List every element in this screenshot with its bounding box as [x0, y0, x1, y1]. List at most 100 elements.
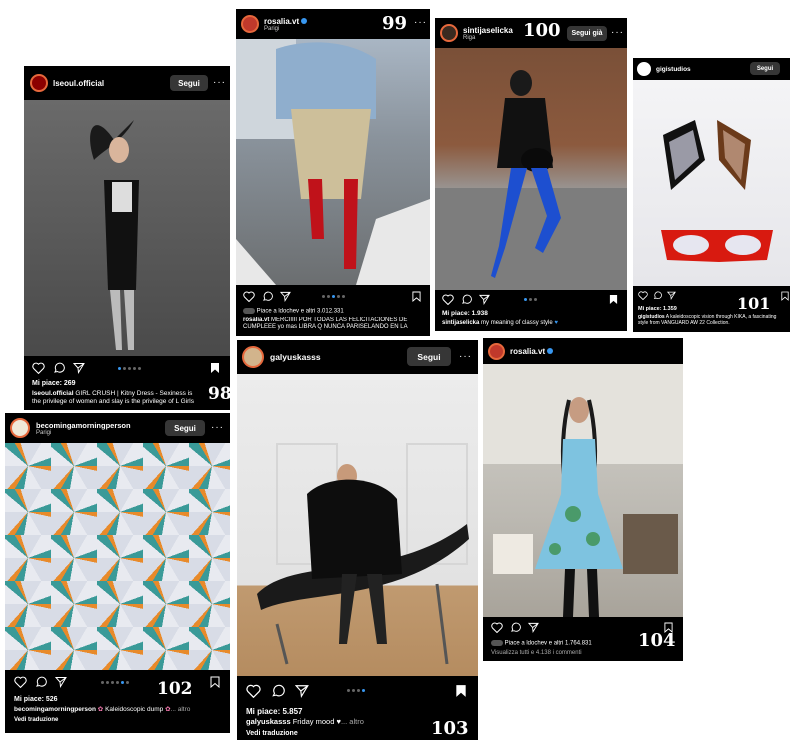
post-location[interactable]: Riga [463, 35, 513, 41]
post-username[interactable]: lseoul.official [53, 79, 104, 88]
caption-username[interactable]: becomingamorningperson [14, 706, 96, 713]
view-comments-link[interactable]: Visualizza tutti e 4.138 i commenti [491, 649, 582, 657]
caption-username[interactable]: lseoul.official [32, 390, 74, 397]
heart-icon[interactable] [638, 291, 648, 300]
avatar[interactable] [241, 15, 259, 33]
avatar[interactable] [242, 346, 264, 368]
carousel-dots [322, 295, 345, 298]
heart-icon[interactable] [491, 622, 503, 633]
heart-icon[interactable] [246, 684, 261, 698]
comment-icon[interactable] [461, 294, 472, 305]
heart-icon[interactable] [442, 294, 454, 305]
more-options-icon[interactable]: ··· [611, 27, 624, 38]
bookmark-icon[interactable] [412, 291, 421, 302]
comment-icon[interactable] [271, 684, 285, 698]
post-caption: sintijaselicka my meaning of classy styl… [442, 319, 622, 327]
more-link[interactable]: ... altro [171, 706, 191, 713]
share-icon[interactable] [528, 622, 539, 633]
bookmark-icon[interactable] [781, 291, 789, 301]
bookmark-icon[interactable] [664, 622, 673, 633]
more-options-icon[interactable]: ··· [414, 17, 427, 28]
post-username[interactable]: rosalia.vt [510, 347, 545, 356]
post-photo[interactable] [236, 39, 430, 285]
comment-icon[interactable] [653, 291, 662, 300]
share-icon[interactable] [73, 362, 85, 374]
verified-icon [547, 348, 554, 354]
post-photo[interactable] [633, 80, 790, 286]
bookmark-icon[interactable] [609, 294, 618, 305]
post-username[interactable]: galyuskasss [270, 352, 321, 362]
heart-icon[interactable] [14, 676, 27, 688]
flower-icon: ✿ [97, 706, 104, 713]
comment-icon[interactable] [53, 362, 65, 374]
post-username[interactable]: becomingamorningperson [36, 421, 131, 430]
post-actions [14, 676, 67, 688]
post-photo[interactable] [237, 374, 478, 676]
follow-button[interactable]: Segui [165, 420, 205, 436]
post-caption: rosalia.vt MERCIIIII POR TODAS LAS FELIC… [243, 317, 425, 331]
comment-icon[interactable] [262, 291, 273, 302]
post-card-galyuskasss: galyuskasss Segui ··· Mi piace: 5.857 ga… [237, 340, 478, 740]
share-icon[interactable] [295, 684, 309, 698]
more-options-icon[interactable]: ··· [459, 351, 472, 362]
heart-icon[interactable] [243, 291, 255, 302]
see-translation-link[interactable]: Vedi traduzione [246, 730, 298, 738]
bookmark-icon[interactable] [210, 362, 220, 374]
more-link[interactable]: ... altro [341, 717, 364, 726]
follow-button[interactable]: Segui [750, 62, 780, 75]
caption-username[interactable]: rosalia.vt [243, 317, 269, 323]
post-actions [246, 684, 309, 698]
avatar[interactable] [10, 418, 30, 438]
follow-button[interactable]: Segui [170, 75, 208, 91]
post-caption: becomingamorningperson ✿ Kaleidoscopic d… [14, 706, 224, 714]
likes-count: Piace a ldochev e altri 1.764.831 [491, 640, 592, 647]
post-location[interactable]: Parigi [36, 430, 131, 436]
comment-icon[interactable] [510, 622, 521, 633]
bookmark-icon[interactable] [455, 684, 467, 698]
share-icon[interactable] [667, 291, 676, 300]
post-username[interactable]: sintijaselicka [463, 26, 513, 35]
see-translation-link[interactable]: Vedi traduzione [14, 716, 58, 724]
more-options-icon[interactable]: ··· [213, 77, 226, 88]
post-caption: galyuskasss Friday mood ♥... altro [246, 718, 416, 726]
caption-username[interactable]: sintijaselicka [442, 320, 479, 326]
post-number: 101 [737, 294, 771, 313]
avatar[interactable] [440, 24, 458, 42]
avatar[interactable] [30, 74, 48, 92]
share-icon[interactable] [280, 291, 291, 302]
avatar[interactable] [637, 62, 651, 76]
post-actions [638, 291, 676, 300]
post-number: 98 [208, 384, 230, 404]
bookmark-icon[interactable] [210, 676, 220, 688]
following-button[interactable]: Segui già [567, 26, 607, 41]
post-photo[interactable] [24, 100, 230, 356]
post-photo[interactable] [483, 364, 683, 617]
likes-count: Mi piace: 5.857 [246, 707, 303, 716]
likes-count: Mi piace: 269 [32, 380, 76, 387]
post-photo[interactable] [5, 443, 230, 670]
post-username[interactable]: gigistudios [656, 66, 691, 73]
comment-icon[interactable] [35, 676, 47, 688]
follow-button[interactable]: Segui [407, 347, 451, 366]
caption-text: Friday mood [292, 717, 335, 726]
carousel-dots [118, 367, 141, 370]
more-options-icon[interactable]: ··· [211, 422, 224, 433]
post-actions [442, 294, 490, 305]
post-number: 100 [523, 20, 561, 41]
post-username[interactable]: rosalia.vt [264, 17, 299, 26]
post-caption: gigistudios A kaleidoscopic vision throu… [638, 314, 788, 326]
caption-username[interactable]: galyuskasss [246, 717, 291, 726]
verified-icon [301, 18, 308, 25]
share-icon[interactable] [55, 676, 67, 688]
heart-icon[interactable] [32, 362, 45, 374]
avatar[interactable] [488, 342, 505, 360]
post-photo[interactable] [435, 48, 627, 290]
street-scene [236, 39, 430, 285]
post-card-rosalia-parigi: rosalia.vt Parigi 99 ··· Piace a ldochev… [236, 9, 430, 336]
post-actions [491, 622, 539, 633]
sunglasses-image [661, 120, 773, 262]
liked-by-avatars [491, 640, 503, 646]
likes-count: Piace a ldochev e altri 3.012.331 [243, 308, 344, 315]
share-icon[interactable] [479, 294, 490, 305]
post-location[interactable]: Parigi [264, 26, 307, 32]
